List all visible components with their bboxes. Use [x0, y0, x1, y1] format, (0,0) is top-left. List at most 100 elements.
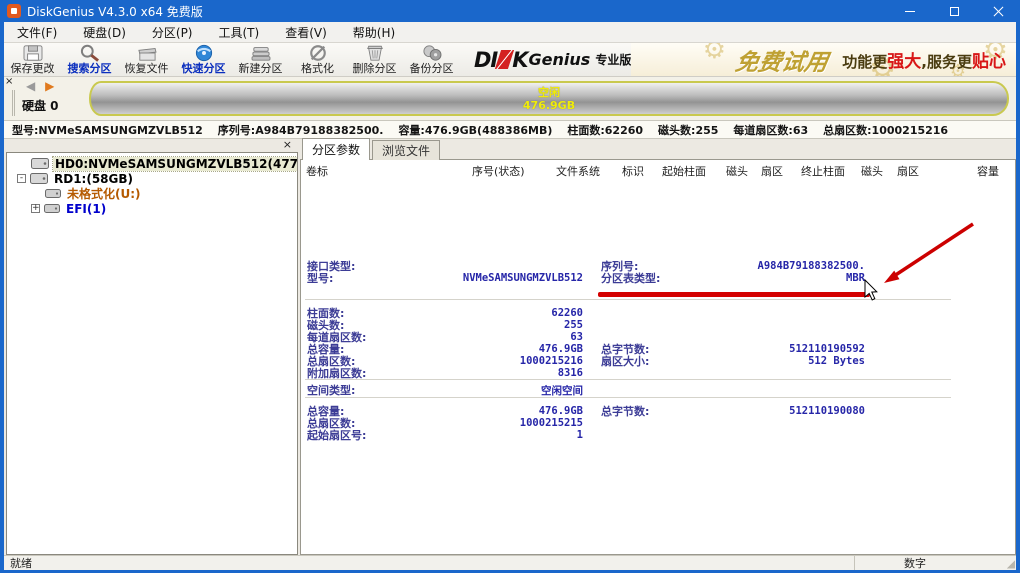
- disk-info-value: NVMeSAMSUNGMZVLB512: [38, 123, 203, 137]
- format-icon: [307, 43, 329, 62]
- detail-value: MBR: [846, 272, 865, 284]
- toolbar-button-label: 保存更改: [10, 62, 55, 75]
- toolbar-button-new-partition[interactable]: 新建分区: [232, 43, 289, 76]
- tree-expander-icon[interactable]: +: [31, 204, 40, 213]
- maximize-icon: [949, 6, 959, 16]
- menu-item-2[interactable]: 分区(P): [139, 22, 206, 43]
- app-logo-icon: [7, 4, 21, 18]
- toolbar-button-search[interactable]: 搜索分区: [61, 43, 118, 76]
- detail-value: 512110190592: [789, 343, 865, 355]
- tree-close-icon[interactable]: ×: [283, 139, 292, 150]
- panel-close-icon[interactable]: ×: [5, 77, 13, 87]
- menu-item-5[interactable]: 帮助(H): [340, 22, 408, 43]
- detail-value: 1000215216: [519, 355, 583, 367]
- promo-message: 功能更强大,服务更贴心: [842, 52, 1006, 72]
- detail-value: 1: [576, 429, 583, 441]
- detail-label: 分区表类型:: [601, 272, 661, 285]
- detail-label: 型号:: [307, 272, 334, 285]
- menu-item-3[interactable]: 工具(T): [206, 22, 273, 43]
- menu-bar: 文件(F) 硬盘(D) 分区(P) 工具(T) 查看(V) 帮助(H): [4, 22, 1016, 43]
- disk-info-value: 1000215216: [871, 123, 949, 137]
- toolbar-button-format[interactable]: 格式化: [289, 43, 346, 76]
- detail-value: 512 Bytes: [808, 355, 865, 367]
- detail-value: 476.9GB: [538, 405, 583, 417]
- next-disk-arrow-icon[interactable]: ▶: [45, 79, 57, 93]
- recover-files-icon: [136, 43, 158, 62]
- column-header: 扇区: [897, 165, 919, 178]
- disk-info-value: 476.9GB(488386MB): [424, 123, 553, 137]
- menu-item-1[interactable]: 硬盘(D): [70, 22, 139, 43]
- toolbar-button-label: 搜索分区: [67, 62, 112, 75]
- disk-info-pair: 柱面数:62260: [567, 122, 643, 138]
- status-bar: 就绪 数字: [4, 555, 1016, 570]
- detail-row: 空间类型: 空闲空间: [301, 382, 901, 397]
- toolbar-button-label: 格式化: [301, 62, 334, 75]
- save-icon: [22, 43, 44, 62]
- detail-row: 接口类型: 序列号: A984B79188382500.: [301, 258, 901, 273]
- column-header: 扇区: [761, 165, 783, 178]
- detail-value: 63: [570, 331, 583, 343]
- toolbar-button-label: 备份分区: [409, 62, 454, 75]
- detail-label: 起始扇区号:: [307, 429, 367, 442]
- tab-0[interactable]: 分区参数: [302, 138, 371, 160]
- splitter-grip[interactable]: [12, 90, 15, 116]
- tree-item-3[interactable]: + EFI(1): [7, 201, 297, 216]
- detail-row: 总扇区数: 1000215216 扇区大小: 512 Bytes: [301, 353, 901, 368]
- detail-row: 柱面数: 62260: [301, 305, 901, 320]
- search-icon: [79, 43, 101, 62]
- toolbar-button-quick-partition[interactable]: 快速分区: [175, 43, 232, 76]
- menu-item-4[interactable]: 查看(V): [272, 22, 340, 43]
- promo-banner[interactable]: ⚙ ⚙ ⚙ ⚙ 免费试用 功能更强大,服务更贴心: [631, 43, 1016, 76]
- disk-info-label: 型号:: [12, 123, 39, 137]
- titlebar: DiskGenius V4.3.0 x64 免费版: [0, 0, 1020, 22]
- disk-space-bar[interactable]: 空闲 476.9GB: [89, 81, 1009, 116]
- toolbar-button-recover-files[interactable]: 恢复文件: [118, 43, 175, 76]
- disk-tree: HD0:NVMeSAMSUNGMZVLB512(477GB) - RD1:(58GB…: [6, 152, 298, 555]
- tree-item-1[interactable]: - RD1:(58GB): [7, 171, 297, 186]
- column-header: 序号(状态): [472, 165, 525, 178]
- disk-info-label: 序列号:: [217, 123, 256, 137]
- tree-expander-icon[interactable]: -: [17, 174, 26, 183]
- minimize-icon: [905, 10, 915, 12]
- tree-item-0[interactable]: HD0:NVMeSAMSUNGMZVLB512(477GB): [7, 155, 297, 172]
- segment-type-label: 空闲: [538, 85, 560, 99]
- column-header: 卷标: [306, 165, 328, 178]
- logo-text: Genius: [528, 50, 591, 69]
- detail-label: 空间类型:: [307, 384, 356, 397]
- disk-info-label: 容量:: [398, 123, 425, 137]
- maximize-button[interactable]: [932, 0, 976, 22]
- section-divider: [305, 299, 951, 300]
- toolbar-button-backup-partition[interactable]: 备份分区: [403, 43, 460, 76]
- detail-section-2: 空间类型: 空闲空间: [301, 382, 901, 397]
- minimize-button[interactable]: [888, 0, 932, 22]
- disk-info-pair: 每道扇区数:63: [733, 122, 808, 138]
- detail-row: 磁头数: 255: [301, 317, 901, 332]
- close-button[interactable]: [976, 0, 1020, 22]
- menu-item-0[interactable]: 文件(F): [4, 22, 70, 43]
- disk-info-label: 磁头数:: [658, 123, 696, 137]
- detail-section-0: 接口类型: 序列号: A984B79188382500. 型号: NVMeSAMSUNG…: [301, 258, 901, 285]
- tab-1[interactable]: 浏览文件: [372, 140, 441, 160]
- detail-panel: 分区参数 浏览文件 卷标 序号(状态) 文件系统 标识 起始柱面 磁头 扇区 终止柱面 磁头 扇区容…: [300, 138, 1016, 555]
- prev-disk-arrow-icon[interactable]: ◀: [26, 79, 38, 93]
- disk-info-label: 每道扇区数:: [733, 123, 793, 137]
- disk-info-label: 柱面数:: [567, 123, 605, 137]
- detail-label: 总字节数:: [601, 405, 650, 418]
- disk-info-pair: 总扇区数:1000215216: [823, 122, 948, 138]
- column-header: 磁头: [861, 165, 883, 178]
- toolbar-button-save[interactable]: 保存更改: [4, 43, 61, 76]
- delete-partition-icon: [364, 43, 386, 62]
- resize-grip[interactable]: [1003, 557, 1016, 570]
- tree-item-label: EFI(1): [66, 201, 107, 216]
- disk-info-pair: 序列号:A984B79188382500.: [218, 122, 384, 138]
- tree-item-2[interactable]: 未格式化(U:): [7, 186, 297, 201]
- quick-partition-icon: [193, 43, 215, 62]
- column-header: 文件系统: [556, 165, 600, 178]
- detail-row: 每道扇区数: 63: [301, 329, 901, 344]
- toolbar-button-delete-partition[interactable]: 删除分区: [346, 43, 403, 76]
- window-frame: 文件(F) 硬盘(D) 分区(P) 工具(T) 查看(V) 帮助(H) 保存更改 搜索分区恢…: [4, 22, 1016, 570]
- toolbar-button-label: 新建分区: [238, 62, 283, 75]
- status-ready-label: 就绪: [10, 557, 32, 570]
- detail-value: 62260: [551, 307, 583, 319]
- detail-value: 空闲空间: [541, 384, 583, 397]
